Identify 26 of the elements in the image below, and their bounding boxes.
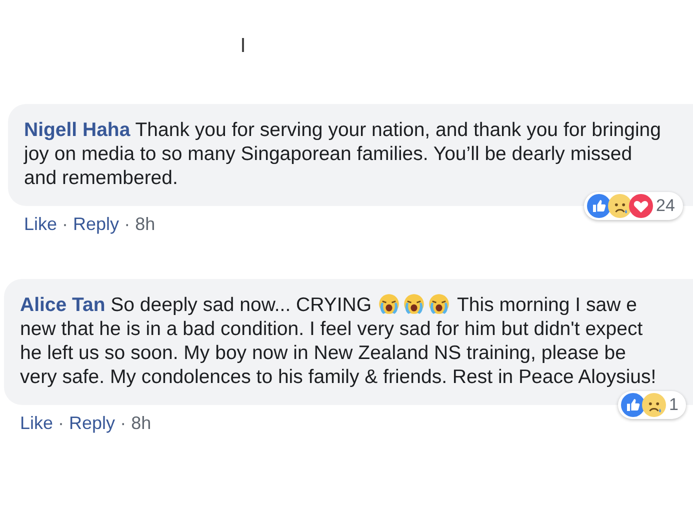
crying-face-icon <box>402 293 426 315</box>
separator-dot: · <box>62 214 68 234</box>
thumbs-up-icon <box>587 194 611 218</box>
author-name[interactable]: Nigell Haha <box>24 119 130 141</box>
sad-face-icon <box>642 393 666 417</box>
reactions-badge[interactable]: 1 <box>618 391 686 419</box>
comment-action-link[interactable]: Reply <box>73 214 120 234</box>
cursor-mark <box>242 38 244 52</box>
comment-text: Nigell Haha Thank you for serving your nation, and thank you for bringing joy on media to so many Singaporean families. You’ll be dearly missed and remembered. <box>24 118 662 190</box>
comment-action-link[interactable]: Like <box>24 214 58 234</box>
crying-face-icon <box>426 293 451 315</box>
reaction-count: 24 <box>656 196 675 216</box>
timestamp[interactable]: 8h <box>131 413 152 433</box>
comment-action-link[interactable]: Like <box>20 413 54 433</box>
timestamp[interactable]: 8h <box>135 214 156 234</box>
thumbs-up-icon <box>621 393 645 417</box>
separator-dot: · <box>124 214 130 234</box>
reactions-badge[interactable]: 24 <box>584 192 683 220</box>
comment-text: Alice Tan So deeply sad now... CRYING This morning I saw e new that he is in a bad condition. I feel very sad for him but didn't expect he left us so soon. My boy now in New Zealand NS training, please be very safe. My condolences to his family & friends. Rest in Peace Aloysius! <box>20 293 658 389</box>
author-name[interactable]: Alice Tan <box>20 294 106 316</box>
separator-dot: · <box>120 413 126 433</box>
sad-face-icon <box>608 194 632 218</box>
separator-dot: · <box>58 413 64 433</box>
comment-action-link[interactable]: Reply <box>69 413 116 433</box>
crying-face-icon <box>376 293 401 315</box>
reaction-count: 1 <box>669 395 678 415</box>
